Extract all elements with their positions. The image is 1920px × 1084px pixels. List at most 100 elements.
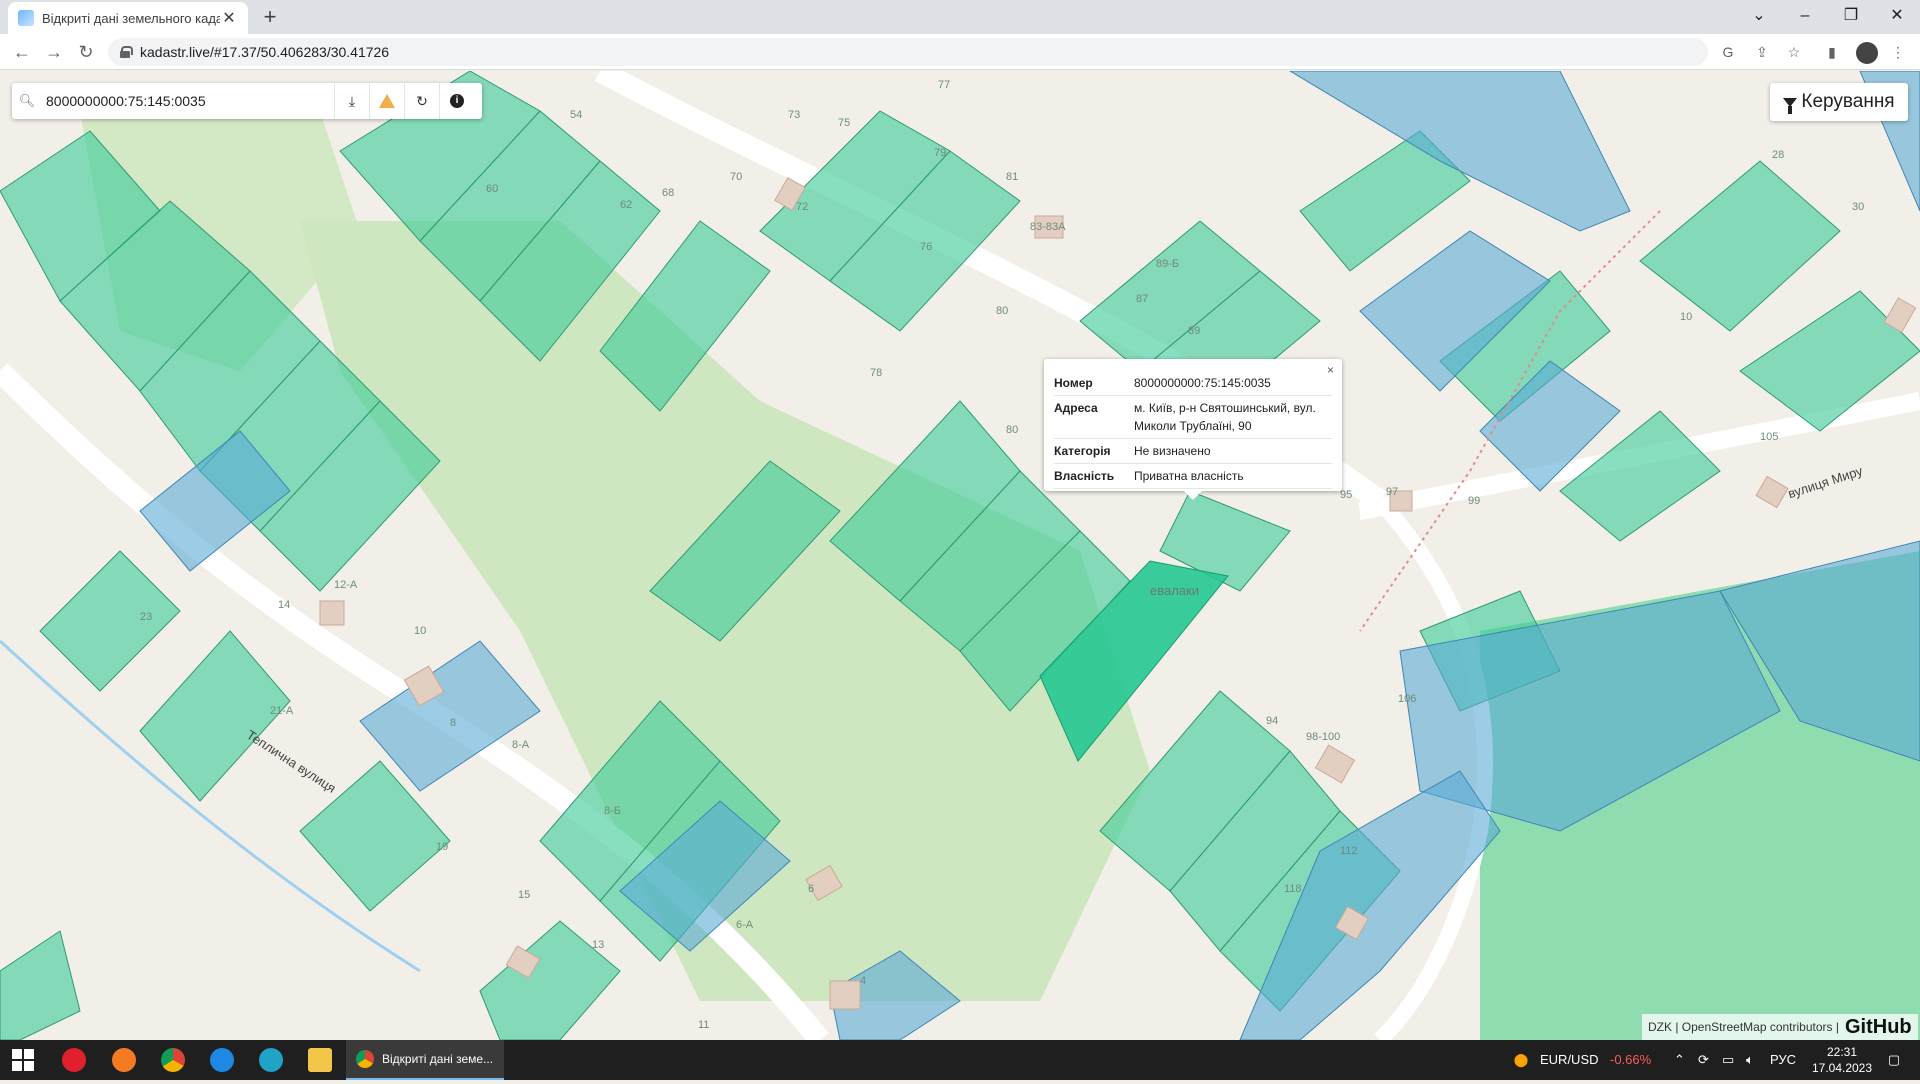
parcel-label: 94 [1266,715,1279,727]
network-icon[interactable]: ▭ [1722,1040,1734,1080]
map-attribution: DZK | OpenStreetMap contributors | GitHu… [1642,1014,1918,1040]
attribution-text[interactable]: DZK | OpenStreetMap contributors | [1648,1020,1839,1034]
parcel-label: 54 [570,109,583,121]
new-tab-button[interactable]: + [258,6,282,30]
taskbar-chrome-window[interactable]: Відкриті дані земе... [346,1040,504,1080]
parcel-label: 81 [1006,171,1019,183]
parcel-label: 8-А [512,739,530,751]
parcel-label: 21-А [270,705,294,717]
browser-tab[interactable]: Відкриті дані земельного кадас ✕ [8,2,248,34]
tray-sync-icon[interactable]: ⟳ [1698,1040,1709,1080]
warning-button[interactable] [369,83,404,119]
download-icon: ⤓ [348,92,356,109]
parcel-label: 76 [920,241,933,253]
volume-icon[interactable]: 🔈︎ [1746,1040,1754,1080]
popup-key: Адреса [1054,401,1098,415]
popup-row-category: Категорія Не визначено [1054,439,1332,464]
search-icon: 🔍︎ [18,93,36,108]
parcel-label: 4 [860,975,867,987]
parcel-label: 95 [1340,489,1353,501]
parcel-label: 68 [662,187,675,199]
refresh-button[interactable]: ↻ [404,83,439,119]
popup-key: Номер [1054,376,1093,390]
edge-icon[interactable] [259,1048,283,1072]
street-label: евалаки [1150,583,1199,598]
popup-close-icon[interactable]: × [1327,363,1334,377]
popup-key: Власність [1054,469,1115,483]
parcel-label: 89-Б [1156,258,1180,270]
parcel-label: 23 [140,611,153,623]
sidepanel-icon[interactable]: ▮ [1822,42,1842,62]
clock-time: 22:31 [1826,1045,1858,1059]
controls-button[interactable]: Керування [1770,83,1908,121]
forward-icon[interactable]: → [42,40,66,64]
restore-icon[interactable]: ❐ [1828,0,1874,34]
parcel-label: 8-Б [604,805,621,817]
parcel-label: 98-100 [1306,731,1341,743]
parcel-label: 79 [934,147,947,159]
star-icon[interactable]: ☆ [1784,42,1804,62]
chrome-icon[interactable] [161,1048,185,1072]
popup-tip [1184,491,1202,500]
parcel-label: 89 [1188,325,1201,337]
filter-icon [1783,97,1798,114]
parcel-label: 28 [1772,149,1785,161]
parcel-label: 72 [796,201,809,213]
parcel-label: 19 [436,841,449,853]
parcel-label: 6-А [736,919,754,931]
popup-value: Приватна власність [1134,469,1244,483]
info-button[interactable]: i [439,83,474,119]
taskbar-app-title: Відкриті дані земе... [382,1052,494,1066]
minimize-icon[interactable]: – [1782,0,1828,34]
language-indicator[interactable]: РУС [1770,1040,1796,1080]
parcel-label: 105 [1760,431,1779,443]
firefox-icon[interactable] [112,1048,136,1072]
back-icon[interactable]: ← [10,40,34,64]
controls-label: Керування [1801,91,1895,112]
parcel-label: 77 [938,79,951,91]
parcel-label: 15 [518,889,531,901]
search-input[interactable] [42,93,334,109]
parcel-label: 8 [450,717,457,729]
share-icon[interactable]: ⇪ [1752,42,1772,62]
parcel-label: 10 [414,625,427,637]
reload-icon[interactable]: ↻ [74,40,98,64]
parcel-label: 78 [870,367,883,379]
tray-chevron-icon[interactable]: ⌃ [1674,1040,1685,1080]
parcel-label: 6 [808,883,815,895]
map-canvas[interactable]: 54 60 62 68 70 72 73 75 77 79 81 76 80 8… [0,71,1920,1040]
profile-icon[interactable] [1856,42,1878,64]
popup-value: 8000000000:75:145:0035 [1134,376,1271,390]
google-icon[interactable]: G [1718,42,1738,62]
file-explorer-icon[interactable] [308,1048,332,1072]
popup-key: Категорія [1054,444,1111,458]
internet-explorer-icon[interactable] [210,1048,234,1072]
parcel-label: 13 [592,939,605,951]
parcel-label: 99 [1468,495,1481,507]
address-bar[interactable]: kadastr.live/#17.37/50.406283/30.41726 [108,38,1708,66]
opera-icon[interactable] [62,1048,86,1072]
popup-row-address: Адреса м. Київ, р-н Святошинський, вул. … [1054,396,1332,439]
menu-icon[interactable]: ⋮ [1888,42,1908,62]
parcel-popup: × Номер 8000000000:75:145:0035 Адреса м.… [1044,359,1342,500]
github-link[interactable]: GitHub [1845,1016,1912,1039]
parcel-search-box: 🔍︎ ⤓ ↻ i [12,83,482,119]
tab-search-icon[interactable]: ⌄ [1736,0,1782,34]
notifications-icon[interactable]: ▢ [1880,1040,1908,1080]
currency-pair[interactable]: EUR/USD [1540,1040,1599,1080]
popup-row-number: Номер 8000000000:75:145:0035 [1054,371,1332,396]
windows-start-icon[interactable] [12,1049,34,1071]
currency-widget-icon[interactable]: ⬤ [1510,1040,1532,1080]
info-icon: i [450,94,464,108]
tab-close-icon[interactable]: ✕ [220,8,238,28]
window-close-icon[interactable]: ✕ [1874,0,1920,34]
url-text: kadastr.live/#17.37/50.406283/30.41726 [140,44,390,60]
parcel-label: 14 [278,599,291,611]
download-button[interactable]: ⤓ [334,83,369,119]
currency-change: -0.66% [1610,1052,1652,1067]
popup-value: Не визначено [1134,444,1211,458]
parcel-label: 75 [838,117,851,129]
tab-bar: Відкриті дані земельного кадас ✕ + ⌄ – ❐… [0,0,1920,34]
chrome-icon [356,1050,374,1068]
clock[interactable]: 22:31 17.04.2023 [1808,1044,1876,1084]
